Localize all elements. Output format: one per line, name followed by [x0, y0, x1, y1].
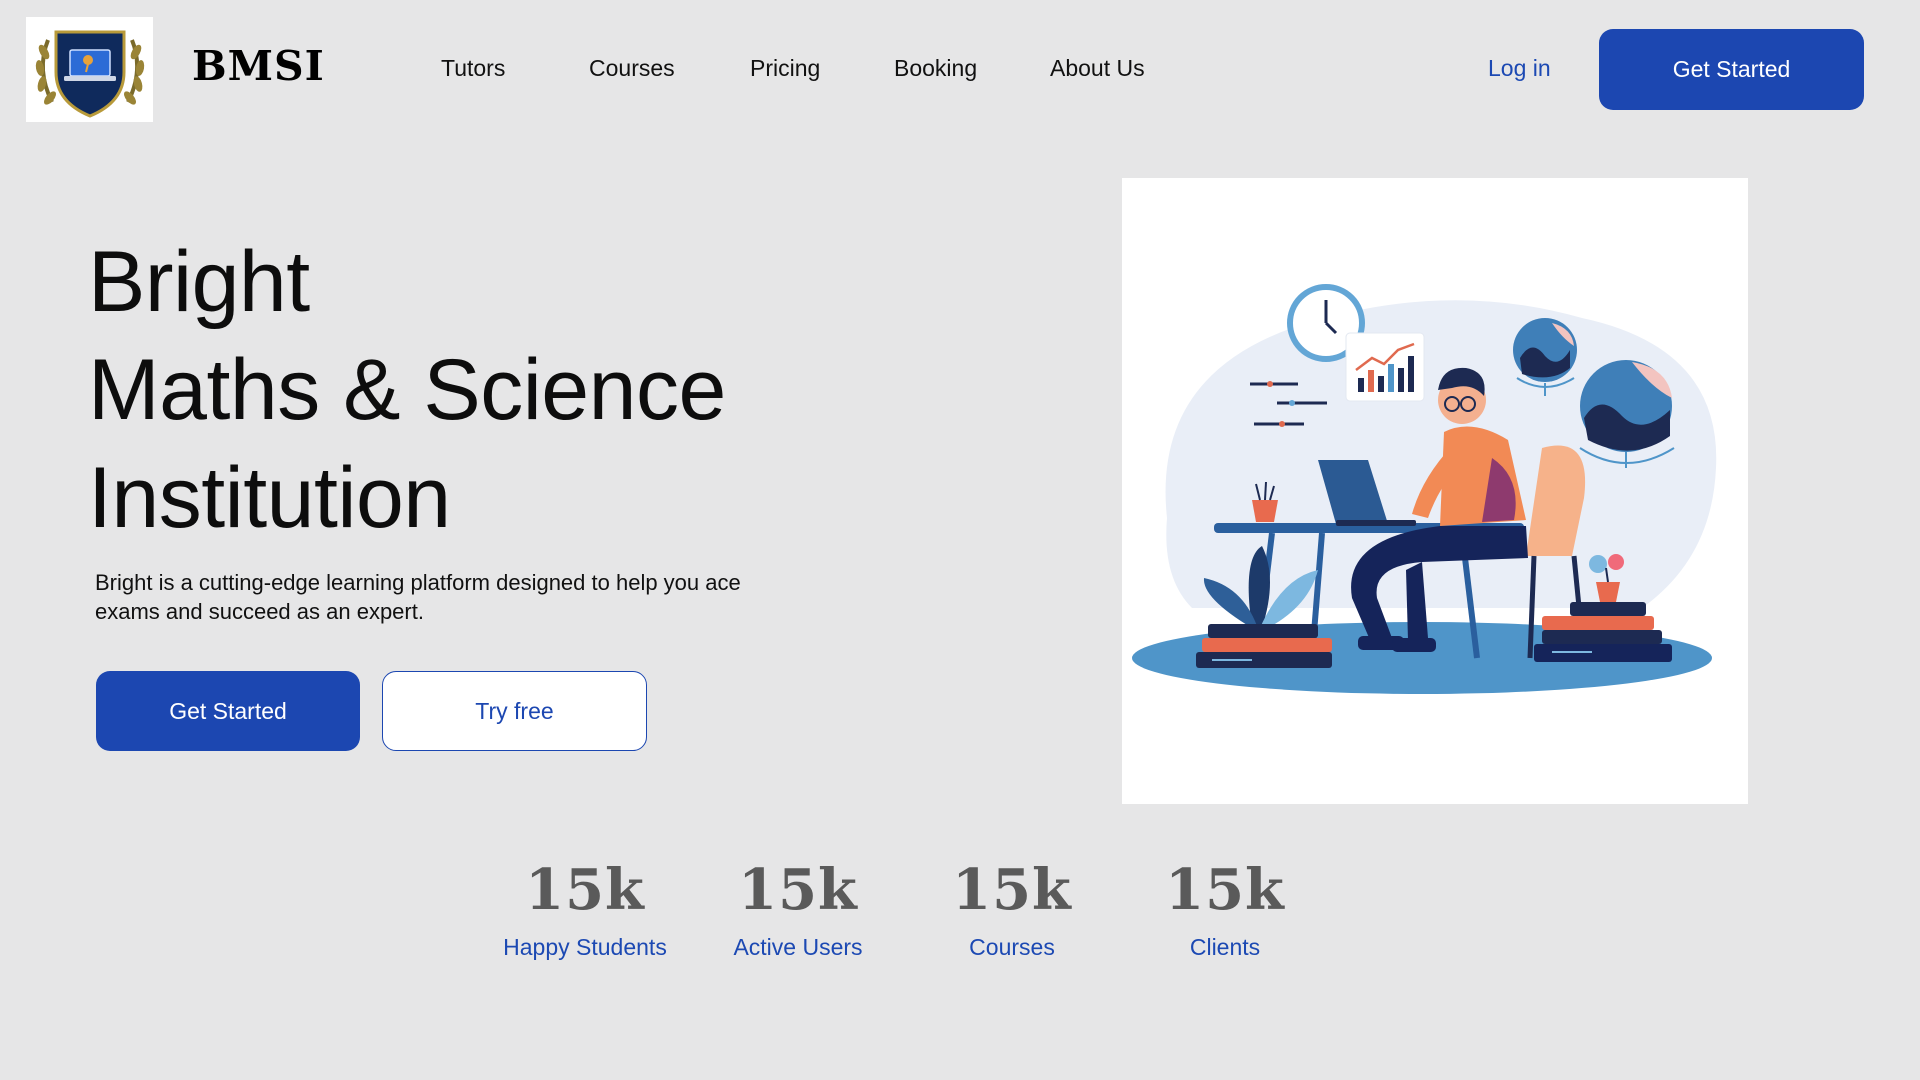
nav-item-pricing[interactable]: Pricing: [750, 55, 820, 82]
analytics-chart-icon: [1345, 332, 1425, 402]
nav-item-about-us[interactable]: About Us: [1050, 55, 1145, 82]
stat-value: 15k: [525, 857, 645, 923]
hero-get-started-button[interactable]: Get Started: [96, 671, 360, 751]
hero-title-line-1: Bright: [88, 234, 310, 330]
nav-item-courses[interactable]: Courses: [589, 55, 675, 82]
hero-illustration: [1122, 178, 1748, 804]
login-link[interactable]: Log in: [1488, 55, 1551, 82]
hero-title-line-3: Institution: [88, 450, 451, 546]
try-free-button[interactable]: Try free: [382, 671, 647, 751]
stat-label: Courses: [969, 934, 1055, 960]
brand-name[interactable]: BMSI: [192, 42, 325, 90]
landing-page: BMSI Tutors Courses Pricing Booking Abou…: [0, 0, 1920, 1080]
stat-clients: 15k Clients: [1118, 860, 1332, 961]
stat-value: 15k: [1165, 857, 1285, 923]
stat-value: 15k: [952, 857, 1072, 923]
institution-crest-icon: [35, 30, 144, 118]
nav-item-tutors[interactable]: Tutors: [441, 55, 505, 82]
hero-title-line-2: Maths & Science: [88, 342, 726, 438]
stat-value: 15k: [738, 857, 858, 923]
student-studying-illustration: [1132, 284, 1717, 694]
logo[interactable]: [26, 17, 153, 122]
hero-title: Bright Maths & Science Institution: [88, 228, 726, 552]
nav-item-booking[interactable]: Booking: [894, 55, 977, 82]
stat-happy-students: 15k Happy Students: [478, 860, 692, 961]
stat-label: Clients: [1189, 934, 1261, 960]
header-get-started-button[interactable]: Get Started: [1599, 29, 1864, 110]
hero-description: Bright is a cutting-edge learning platfo…: [95, 570, 741, 624]
stat-courses: 15k Courses: [905, 860, 1119, 961]
stat-active-users: 15k Active Users: [691, 860, 905, 961]
stat-label: Happy Students: [503, 934, 667, 960]
stat-label: Active Users: [733, 934, 863, 960]
